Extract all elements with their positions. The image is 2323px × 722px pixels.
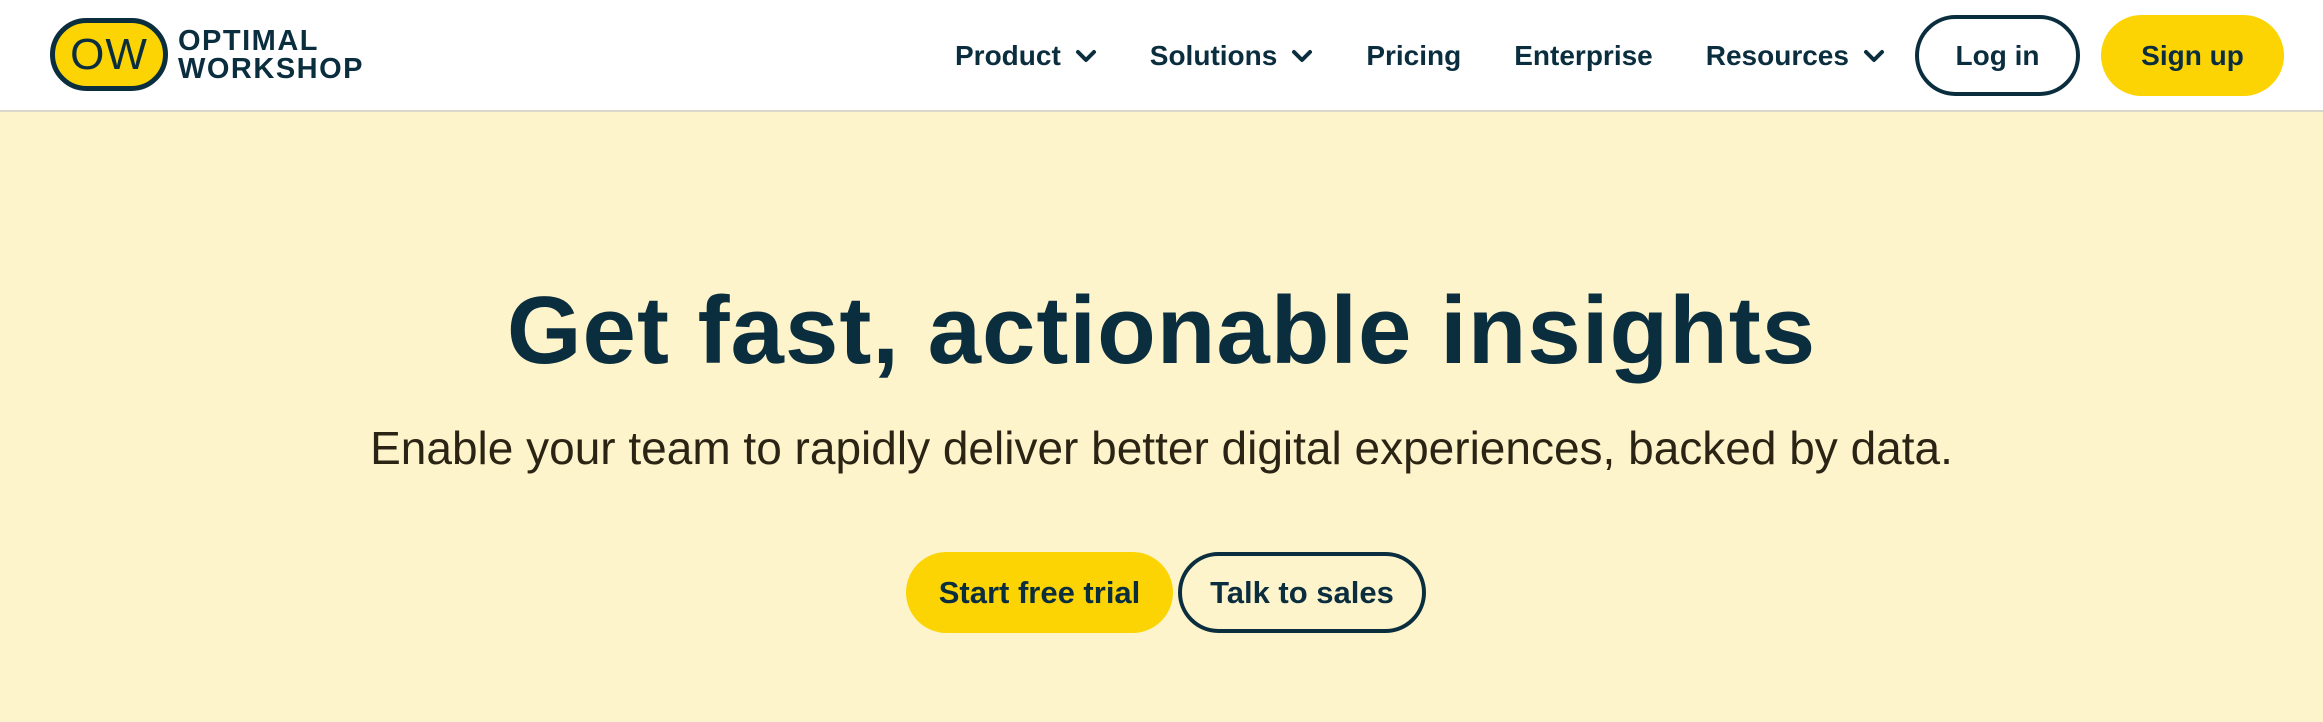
start-free-trial-button[interactable]: Start free trial	[906, 552, 1173, 633]
hero-title: Get fast, actionable insights	[506, 277, 1817, 384]
logo-line-2: WORKSHOP	[178, 52, 364, 85]
logo-wordmark: OPTIMAL WORKSHOP	[178, 24, 364, 85]
nav-item-label: Pricing	[1366, 40, 1462, 71]
logo-badge: OW	[50, 18, 168, 91]
nav-item-label: Enterprise	[1514, 40, 1653, 71]
logo-badge-text: OW	[70, 29, 148, 79]
nav-item-solutions[interactable]: Solutions	[1150, 40, 1314, 72]
nav-item-label: Solutions	[1149, 40, 1278, 71]
nav-item-label: Resources	[1705, 40, 1849, 71]
site-header: OW OPTIMAL WORKSHOP Product Solutions Pr…	[0, 0, 2323, 112]
hero-subtitle: Enable your team to rapidly deliver bett…	[370, 422, 1953, 474]
login-button[interactable]: Log in	[1915, 15, 2080, 96]
chevron-down-icon	[1863, 50, 1884, 62]
logo[interactable]: OW OPTIMAL WORKSHOP	[50, 18, 364, 91]
chevron-down-icon	[1075, 50, 1096, 62]
nav-item-product[interactable]: Product	[955, 40, 1097, 72]
signup-button[interactable]: Sign up	[2101, 15, 2284, 96]
nav-item-pricing[interactable]: Pricing	[1366, 40, 1461, 72]
nav-item-enterprise[interactable]: Enterprise	[1514, 40, 1653, 72]
talk-to-sales-button[interactable]: Talk to sales	[1178, 552, 1426, 633]
main-nav: Product Solutions Pricing Enterprise Res…	[955, 34, 1885, 78]
nav-item-resources[interactable]: Resources	[1706, 40, 1885, 72]
chevron-down-icon	[1292, 50, 1313, 62]
nav-item-label: Product	[955, 40, 1061, 71]
logo-line-1: OPTIMAL	[178, 24, 319, 57]
